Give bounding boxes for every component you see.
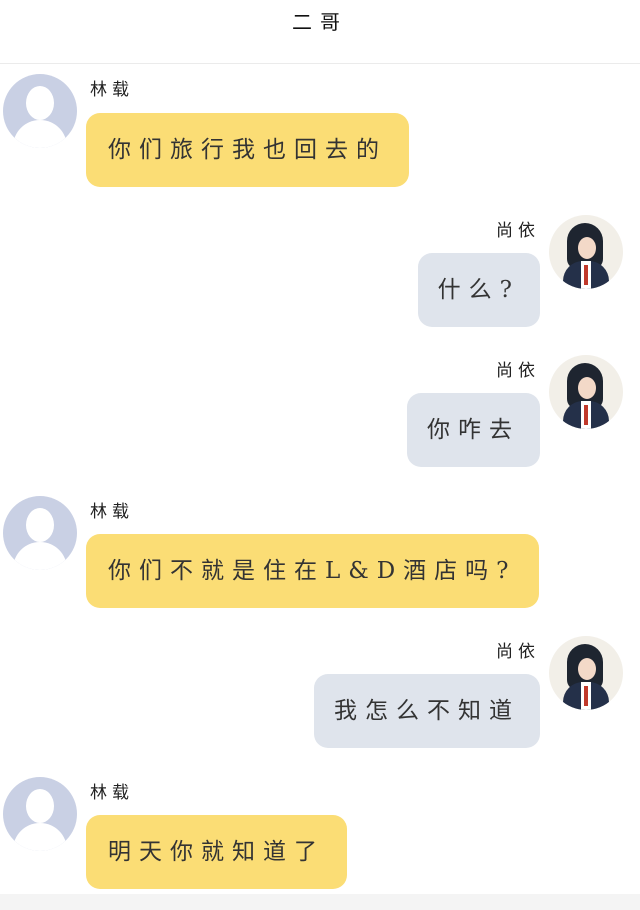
message-row: 林载 明天你就知道了: [0, 775, 640, 895]
user-avatar[interactable]: [549, 636, 623, 710]
chat-title: 二哥: [292, 10, 348, 34]
user-avatar-icon[interactable]: [3, 496, 77, 570]
message-row: 林载 你们不就是住在L&D酒店吗?: [0, 494, 640, 614]
message-row: 林载 你们旅行我也回去的: [0, 72, 640, 192]
message-row: 尚依 什么?: [0, 213, 640, 333]
sender-name: 尚依: [496, 642, 540, 662]
user-avatar-icon[interactable]: [3, 777, 77, 851]
message-bubble[interactable]: 什么?: [417, 253, 540, 327]
message-bubble[interactable]: 你咋去: [407, 393, 540, 467]
message-bubble[interactable]: 你们旅行我也回去的: [86, 113, 409, 187]
message-bubble[interactable]: 我怎么不知道: [314, 674, 540, 748]
message-bubble[interactable]: 明天你就知道了: [86, 815, 347, 889]
chat-header: 二哥: [0, 0, 640, 64]
sender-name: 林载: [90, 80, 134, 100]
sender-name: 尚依: [496, 221, 540, 241]
user-avatar-icon[interactable]: [3, 74, 77, 148]
message-row: 尚依 我怎么不知道: [0, 634, 640, 754]
bottom-bar: [0, 894, 640, 910]
sender-name: 林载: [90, 502, 134, 522]
sender-name: 林载: [90, 783, 134, 803]
user-avatar[interactable]: [549, 355, 623, 429]
message-row: 尚依 你咋去: [0, 353, 640, 473]
message-bubble[interactable]: 你们不就是住在L&D酒店吗?: [86, 534, 539, 608]
user-avatar[interactable]: [549, 215, 623, 289]
sender-name: 尚依: [496, 361, 540, 381]
